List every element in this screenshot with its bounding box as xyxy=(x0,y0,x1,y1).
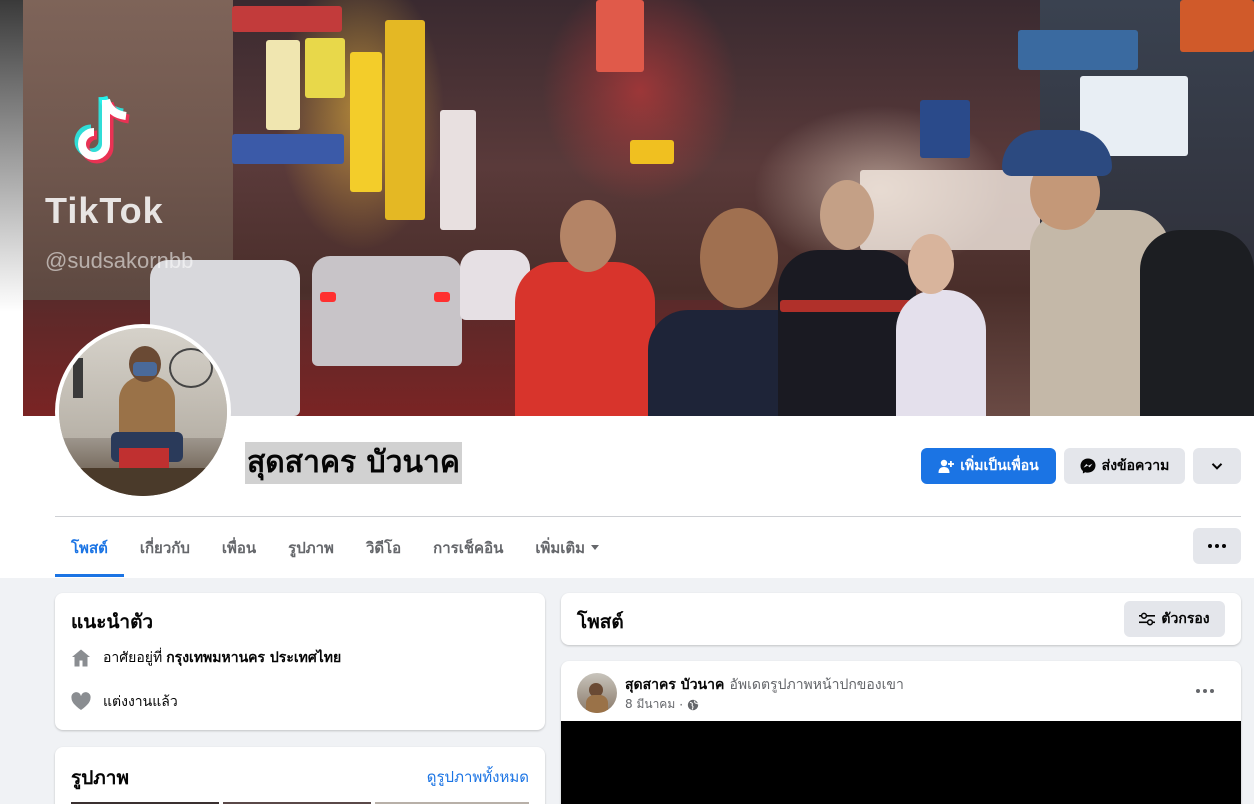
profile-header: TikTok @sudsakornbb สุดสาคร บัวนาค เพิ่ม… xyxy=(0,0,1254,578)
see-all-photos-link[interactable]: ดูรูปภาพทั้งหมด xyxy=(427,765,529,789)
profile-name: สุดสาคร บัวนาค xyxy=(245,442,462,484)
photos-title: รูปภาพ xyxy=(71,767,129,789)
post-activity: อัพเดตรูปภาพหน้าปกของเขา xyxy=(729,677,904,693)
more-dots-icon xyxy=(1196,689,1214,693)
intro-title: แนะนำตัว xyxy=(71,611,154,633)
filter-sliders-icon xyxy=(1139,612,1156,626)
post-date-line: 8 มีนาคม · xyxy=(625,695,699,714)
post-header-line: สุดสาคร บัวนาค อัพเดตรูปภาพหน้าปกของเขา xyxy=(625,674,904,696)
post-date[interactable]: 8 มีนาคม xyxy=(625,695,675,714)
tabs-more-options-button[interactable] xyxy=(1193,528,1241,564)
heart-icon xyxy=(71,692,91,710)
caret-down-icon xyxy=(591,545,600,550)
add-friend-label: เพิ่มเป็นเพื่อน xyxy=(960,458,1039,474)
tiktok-watermark-brand: TikTok xyxy=(45,190,164,231)
profile-more-button[interactable] xyxy=(1193,448,1241,484)
tab-about[interactable]: เกี่ยวกับ xyxy=(124,518,206,577)
tab-checkins[interactable]: การเช็คอิน xyxy=(417,518,519,577)
chevron-down-icon xyxy=(1211,463,1223,470)
posts-header-card: โพสต์ ตัวกรอง xyxy=(561,593,1241,645)
post-date-separator: · xyxy=(679,697,684,712)
tab-label: การเช็คอิน xyxy=(433,538,504,557)
tab-label: โพสต์ xyxy=(71,538,108,557)
profile-avatar[interactable] xyxy=(55,324,231,500)
profile-tabs: โพสต์ เกี่ยวกับ เพื่อน รูปภาพ วิดีโอ การ… xyxy=(55,518,615,577)
tab-label: รูปภาพ xyxy=(288,538,334,557)
post-author-name[interactable]: สุดสาคร บัวนาค xyxy=(625,677,724,693)
more-dots-icon xyxy=(1208,544,1226,548)
post-media[interactable] xyxy=(561,721,1241,804)
intro-relationship-label: แต่งงานแล้ว xyxy=(103,694,178,710)
header-divider xyxy=(55,516,1241,517)
posts-title: โพสต์ xyxy=(577,611,624,633)
intro-relationship: แต่งงานแล้ว xyxy=(71,691,178,713)
tab-videos[interactable]: วิดีโอ xyxy=(350,518,417,577)
post-card: สุดสาคร บัวนาค อัพเดตรูปภาพหน้าปกของเขา … xyxy=(561,661,1241,804)
message-button[interactable]: ส่งข้อความ xyxy=(1064,448,1185,484)
tab-label: เพื่อน xyxy=(221,538,257,557)
tab-posts[interactable]: โพสต์ xyxy=(55,518,124,577)
tiktok-logo-icon xyxy=(74,95,130,164)
intro-lives-in: อาศัยอยู่ที่ กรุงเทพมหานคร ประเทศไทย xyxy=(71,647,341,669)
tab-friends[interactable]: เพื่อน xyxy=(206,518,272,577)
tiktok-watermark-user: @sudsakornbb xyxy=(45,248,194,273)
photos-card: รูปภาพ ดูรูปภาพทั้งหมด xyxy=(55,747,545,804)
post-author-avatar[interactable] xyxy=(577,673,617,713)
messenger-icon xyxy=(1080,458,1096,474)
globe-icon[interactable] xyxy=(687,699,699,711)
filter-label: ตัวกรอง xyxy=(1161,611,1210,627)
tab-more[interactable]: เพิ่มเติม xyxy=(519,518,615,577)
intro-lives-in-place[interactable]: กรุงเทพมหานคร ประเทศไทย xyxy=(166,647,341,669)
tab-label: วิดีโอ xyxy=(365,538,402,557)
tab-label: เพิ่มเติม xyxy=(535,538,586,557)
intro-card: แนะนำตัว อาศัยอยู่ที่ กรุงเทพมหานคร ประเ… xyxy=(55,593,545,730)
add-friend-button[interactable]: เพิ่มเป็นเพื่อน xyxy=(921,448,1056,484)
tab-photos[interactable]: รูปภาพ xyxy=(272,518,350,577)
tab-label: เกี่ยวกับ xyxy=(139,538,190,557)
filter-button[interactable]: ตัวกรอง xyxy=(1124,601,1225,637)
message-label: ส่งข้อความ xyxy=(1101,458,1170,474)
add-friend-icon xyxy=(938,459,955,473)
home-icon xyxy=(72,649,90,667)
post-options-button[interactable] xyxy=(1187,677,1223,705)
intro-lives-in-prefix: อาศัยอยู่ที่ xyxy=(103,650,163,666)
